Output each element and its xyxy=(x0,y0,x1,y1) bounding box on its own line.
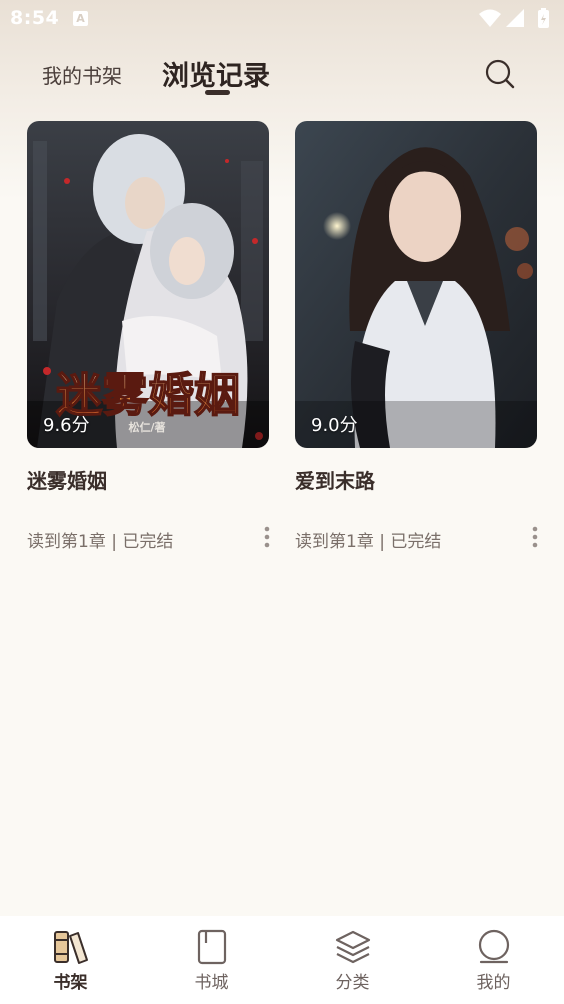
nav-item-bookshelf[interactable]: 书架 xyxy=(0,916,141,1004)
cover-image: 迷雾婚姻 松仁/著 xyxy=(27,121,269,448)
status-bar: 8:54 A xyxy=(0,0,564,38)
more-options-icon[interactable] xyxy=(525,525,545,549)
bottom-navigation: 书架 书城 分类 我的 xyxy=(0,916,564,1004)
layers-icon xyxy=(335,930,371,964)
notification-icon: A xyxy=(73,11,88,26)
reading-progress: 读到第1章 | 已完结 xyxy=(295,532,442,552)
book-score: 9.6分 xyxy=(43,415,90,436)
system-icons xyxy=(479,8,549,28)
nav-label: 我的 xyxy=(476,973,511,993)
book-card[interactable]: 9.0分 爱到末路 读到第1章 | 已完结 xyxy=(295,121,538,552)
tab-browse-history[interactable]: 浏览记录 xyxy=(162,54,270,93)
book-title[interactable]: 爱到末路 xyxy=(295,465,375,494)
book-cover[interactable]: 迷雾婚姻 松仁/著 9.6分 xyxy=(27,121,269,448)
more-options-icon[interactable] xyxy=(257,525,277,549)
book-icon xyxy=(197,929,227,965)
reading-progress: 读到第1章 | 已完结 xyxy=(27,532,174,552)
status-time: 8:54 xyxy=(10,7,60,29)
nav-item-bookstore[interactable]: 书城 xyxy=(141,916,282,1004)
active-tab-indicator xyxy=(205,90,230,95)
book-card[interactable]: 迷雾婚姻 松仁/著 9.6分 迷雾婚姻 读到第1章 | 已完结 xyxy=(27,121,270,552)
search-icon[interactable] xyxy=(484,58,516,90)
cover-image xyxy=(295,121,537,448)
tab-my-shelf[interactable]: 我的书架 xyxy=(42,60,122,89)
header: 我的书架 浏览记录 xyxy=(0,40,564,110)
bookshelf-icon xyxy=(54,931,88,964)
book-cover[interactable]: 9.0分 xyxy=(295,121,537,448)
book-score: 9.0分 xyxy=(311,415,358,436)
wifi-icon xyxy=(479,9,501,27)
nav-label: 书架 xyxy=(53,973,88,993)
book-title[interactable]: 迷雾婚姻 xyxy=(27,465,107,494)
nav-item-category[interactable]: 分类 xyxy=(282,916,423,1004)
nav-item-profile[interactable]: 我的 xyxy=(423,916,564,1004)
nav-label: 分类 xyxy=(335,973,370,993)
nav-label: 书城 xyxy=(194,973,229,993)
signal-icon xyxy=(506,9,524,27)
profile-icon xyxy=(478,929,510,964)
cover-author: 松仁/著 xyxy=(128,420,165,434)
